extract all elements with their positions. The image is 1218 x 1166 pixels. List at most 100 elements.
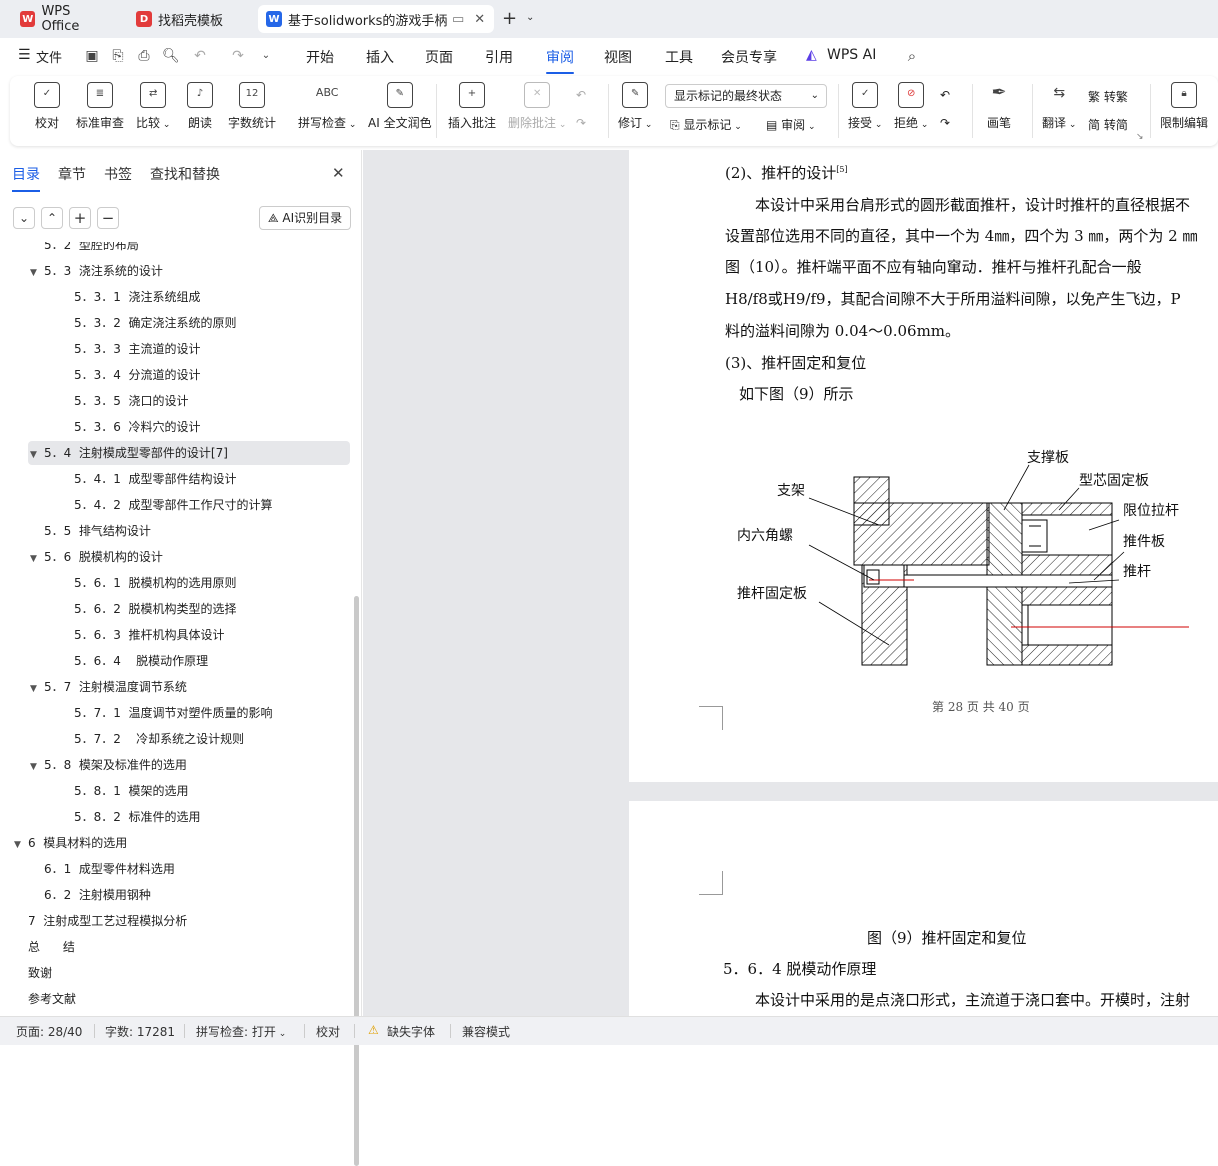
standard-review-button[interactable]: ≣ 标准审查 bbox=[76, 82, 124, 131]
insert-comment-button[interactable]: + 插入批注 bbox=[448, 82, 496, 131]
save-icon[interactable]: ▣ bbox=[84, 48, 100, 64]
review-pane-button[interactable]: ▤ 审阅 ⌄ bbox=[766, 116, 816, 133]
menu-view[interactable]: 视图 bbox=[604, 47, 632, 67]
tab-wps-office[interactable]: W WPS Office bbox=[12, 4, 118, 34]
toc-item[interactable]: 5．3．3 主流道的设计 bbox=[60, 337, 201, 361]
caret-down-icon[interactable]: ▼ bbox=[30, 677, 44, 701]
ai-polish-button[interactable]: ✎ AI 全文润色 bbox=[368, 82, 432, 131]
toc-scrollbar[interactable] bbox=[354, 596, 359, 1166]
toc-item[interactable]: 5．3．4 分流道的设计 bbox=[60, 363, 201, 387]
undo-icon[interactable]: ↶ bbox=[192, 48, 208, 64]
caret-down-icon[interactable]: ▼ bbox=[30, 261, 44, 285]
delete-comment-button[interactable]: ✕ 删除批注 ⌄ bbox=[508, 82, 566, 131]
caret-down-icon[interactable]: ▼ bbox=[14, 833, 28, 857]
toc-item[interactable]: 5．4．2 成型零部件工作尺寸的计算 bbox=[60, 493, 273, 517]
tab-list-chevron-icon[interactable]: ⌄ bbox=[526, 12, 534, 23]
revise-button[interactable]: ✎ 修订 ⌄ bbox=[618, 82, 652, 131]
expand-corner-icon[interactable]: ↘ bbox=[1136, 132, 1144, 142]
tab-template[interactable]: D 找稻壳模板 bbox=[128, 5, 250, 33]
redo-icon[interactable]: ↷ bbox=[230, 48, 246, 64]
spell-check-button[interactable]: ABC 拼写检查 ⌄ bbox=[298, 82, 356, 131]
menu-insert[interactable]: 插入 bbox=[366, 47, 394, 67]
toc-item[interactable]: 5．3．1 浇注系统组成 bbox=[60, 285, 201, 309]
menu-member[interactable]: 会员专享 bbox=[721, 47, 777, 67]
tab-document[interactable]: W 基于solidworks的游戏手柄 ▭ ✕ bbox=[258, 5, 494, 33]
toc-item[interactable]: 5．6．1 脱模机构的选用原则 bbox=[60, 571, 237, 595]
caret-down-icon[interactable]: ▼ bbox=[30, 547, 44, 571]
toc-item[interactable]: 参考文献 bbox=[14, 987, 76, 1011]
toc-item[interactable]: 6．2 注射模用钢种 bbox=[30, 883, 151, 907]
collapse-up-icon[interactable]: ⌃ bbox=[41, 207, 63, 229]
expand-down-icon[interactable]: ⌄ bbox=[13, 207, 35, 229]
tab-find-replace[interactable]: 查找和替换 bbox=[150, 164, 220, 184]
menu-reference[interactable]: 引用 bbox=[485, 47, 513, 67]
compare-button[interactable]: ⇄ 比较 ⌄ bbox=[136, 82, 170, 131]
toc-item[interactable]: ▼ 5．4 注射模成型零部件的设计[7] bbox=[28, 441, 350, 465]
toc-item[interactable]: 总 结 bbox=[14, 935, 75, 959]
menu-file[interactable]: 文件 bbox=[36, 47, 62, 66]
toc-item[interactable]: 5．3．2 确定浇注系统的原则 bbox=[60, 311, 237, 335]
tab-chapters[interactable]: 章节 bbox=[58, 164, 86, 184]
proofread-button[interactable]: ✓ 校对 bbox=[34, 82, 60, 131]
toc-item[interactable]: ▼ 5．8 模架及标准件的选用 bbox=[30, 753, 187, 777]
toc-item[interactable]: 5．3．5 浇口的设计 bbox=[60, 389, 189, 413]
toc-item[interactable]: 5．7．1 温度调节对塑件质量的影响 bbox=[60, 701, 273, 725]
read-aloud-button[interactable]: ♪ 朗读 bbox=[187, 82, 213, 131]
add-heading-icon[interactable]: + bbox=[69, 207, 91, 229]
toc-item[interactable]: 5．3．6 冷料穴的设计 bbox=[60, 415, 201, 439]
search-icon[interactable]: ⌕ bbox=[904, 48, 920, 64]
tab-bookmarks[interactable]: 书签 bbox=[104, 164, 132, 184]
menu-page[interactable]: 页面 bbox=[425, 47, 453, 67]
toc-item[interactable]: 5．7．2 冷却系统之设计规则 bbox=[60, 727, 244, 751]
translate-button[interactable]: ⇆ 翻译 ⌄ bbox=[1042, 82, 1076, 131]
menu-wps-ai[interactable]: WPS AI bbox=[827, 47, 876, 63]
toc-item[interactable]: 5．6．4 脱模动作原理 bbox=[60, 649, 208, 673]
page-indicator[interactable]: 页面: 28/40 bbox=[16, 1023, 82, 1040]
print-preview-icon[interactable]: 🔍︎ bbox=[162, 48, 180, 64]
toc-item[interactable]: ▼ 6 模具材料的选用 bbox=[14, 831, 127, 855]
toc-item[interactable]: 5．6．2 脱模机构类型的选择 bbox=[60, 597, 237, 621]
to-simplified-button[interactable]: 简 转简 bbox=[1088, 116, 1128, 133]
accept-button[interactable]: ✓ 接受 ⌄ bbox=[848, 82, 882, 131]
caret-down-icon[interactable]: ▼ bbox=[30, 755, 44, 779]
new-tab-button[interactable]: + bbox=[502, 8, 517, 29]
missing-font-status[interactable]: 缺失字体 bbox=[387, 1023, 435, 1040]
previous-change-icon[interactable]: ↶ bbox=[940, 88, 950, 102]
more-chevron-icon[interactable]: ⌄ bbox=[258, 48, 274, 64]
tab-toc[interactable]: 目录 bbox=[12, 164, 40, 192]
hamburger-icon[interactable]: ☰ bbox=[18, 47, 31, 63]
toc-item[interactable]: 5．4．1 成型零部件结构设计 bbox=[60, 467, 237, 491]
restrict-edit-button[interactable]: 🔒︎ 限制编辑 bbox=[1160, 82, 1208, 131]
toc-item[interactable]: 7 注射成型工艺过程模拟分析 bbox=[14, 909, 187, 933]
toc-item[interactable]: ▼ 5．6 脱模机构的设计 bbox=[30, 545, 163, 569]
print-icon[interactable]: ⎙ bbox=[136, 48, 152, 64]
close-panel-icon[interactable]: ✕ bbox=[332, 164, 345, 182]
toc-item[interactable]: 致谢 bbox=[14, 961, 52, 985]
toc-item[interactable]: 5．5 排气结构设计 bbox=[30, 519, 151, 543]
spell-check-status[interactable]: 拼写检查: 打开 ⌄ bbox=[196, 1023, 286, 1040]
next-comment-icon[interactable]: ↷ bbox=[576, 116, 586, 130]
reject-button[interactable]: ⊘ 拒绝 ⌄ bbox=[894, 82, 928, 131]
menu-review[interactable]: 审阅 bbox=[546, 47, 574, 74]
caret-down-icon[interactable]: ▼ bbox=[30, 443, 44, 467]
display-mode-select[interactable]: 显示标记的最终状态 ⌄ bbox=[665, 84, 827, 108]
toc-item[interactable]: 5．8．1 模架的选用 bbox=[60, 779, 189, 803]
word-count-status[interactable]: 字数: 17281 bbox=[105, 1023, 175, 1040]
menu-start[interactable]: 开始 bbox=[306, 47, 334, 67]
proofread-status[interactable]: 校对 bbox=[316, 1023, 340, 1040]
toc-item[interactable]: 5．2 型腔的布局 bbox=[30, 242, 139, 257]
next-change-icon[interactable]: ↷ bbox=[940, 116, 950, 130]
previous-comment-icon[interactable]: ↶ bbox=[576, 88, 586, 102]
to-traditional-button[interactable]: 繁 转繁 bbox=[1088, 88, 1128, 105]
export-icon[interactable]: ⎘ bbox=[110, 48, 126, 64]
toc-item[interactable]: 6．1 成型零件材料选用 bbox=[30, 857, 175, 881]
show-markup-button[interactable]: ⎘ 显示标记 ⌄ bbox=[670, 116, 742, 133]
toc-item[interactable]: ▼ 5．7 注射模温度调节系统 bbox=[30, 675, 187, 699]
word-count-button[interactable]: 12 字数统计 bbox=[228, 82, 276, 131]
close-tab-icon[interactable]: ✕ bbox=[474, 12, 485, 27]
remove-heading-icon[interactable]: − bbox=[97, 207, 119, 229]
menu-tools[interactable]: 工具 bbox=[665, 47, 693, 67]
toc-item[interactable]: ▼ 5．3 浇注系统的设计 bbox=[30, 259, 163, 283]
ai-toc-button[interactable]: ⟁ AI识别目录 bbox=[259, 206, 351, 230]
toc-item[interactable]: 5．6．3 推杆机构具体设计 bbox=[60, 623, 225, 647]
